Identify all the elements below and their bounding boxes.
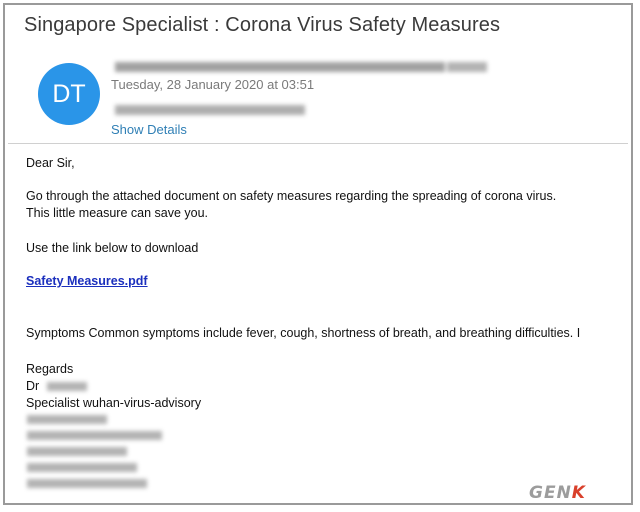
dr-prefix: Dr: [26, 379, 40, 393]
regards-text: Regards: [26, 362, 74, 376]
doctor-name-redacted: [46, 382, 87, 392]
sender-address-redacted: [115, 59, 489, 77]
body-paragraph-line-2: This little measure can save you.: [26, 206, 209, 220]
body-paragraph-line-1: Go through the attached document on safe…: [26, 189, 557, 203]
email-subject: Singapore Specialist : Corona Virus Safe…: [24, 14, 501, 36]
symptoms-text: Symptoms Common symptoms include fever, …: [26, 326, 581, 340]
safety-measures-pdf-link[interactable]: Safety Measures.pdf: [26, 273, 148, 289]
signature-details-redacted: [27, 415, 167, 495]
genk-watermark: GENK: [529, 483, 586, 503]
header-divider: [8, 143, 628, 144]
email-window: Singapore Specialist : Corona Virus Safe…: [3, 3, 633, 505]
recipient-address-redacted: [115, 102, 307, 120]
doctor-name-line: Dr: [26, 378, 87, 394]
email-date: Tuesday, 28 January 2020 at 03:51: [111, 77, 315, 92]
link-intro-text: Use the link below to download: [26, 241, 199, 255]
signature-title: Specialist wuhan-virus-advisory: [26, 396, 202, 410]
sender-avatar[interactable]: DT: [38, 63, 100, 125]
show-details-link[interactable]: Show Details: [111, 122, 187, 137]
greeting: Dear Sir,: [26, 156, 75, 170]
